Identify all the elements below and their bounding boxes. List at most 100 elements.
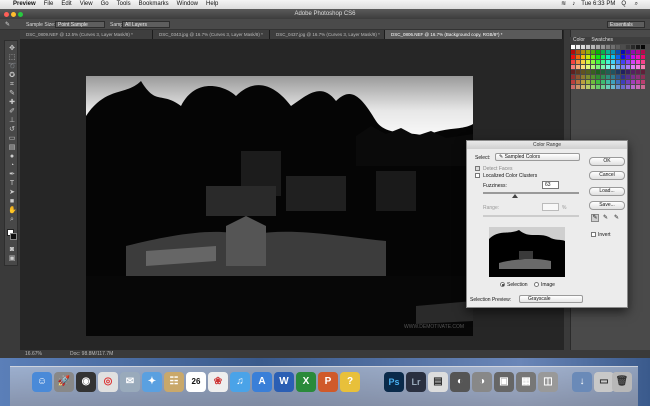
blur-tool-icon[interactable]: ● (8, 153, 16, 160)
preview-app-icon[interactable]: ▤ (428, 372, 448, 392)
localized-clusters-checkbox[interactable] (475, 173, 480, 178)
swatch[interactable] (596, 60, 600, 64)
swatch[interactable] (611, 55, 615, 59)
eraser-tool-icon[interactable]: ▭ (8, 135, 16, 142)
brush-tool-icon[interactable]: ✐ (8, 108, 16, 115)
menu-window[interactable]: Window (177, 0, 198, 9)
swatch[interactable] (571, 70, 575, 74)
radio-selection[interactable] (500, 282, 505, 287)
swatch[interactable] (591, 60, 595, 64)
swatch[interactable] (631, 85, 635, 89)
swatch[interactable] (576, 80, 580, 84)
swatch[interactable] (576, 75, 580, 79)
swatch[interactable] (586, 45, 590, 49)
fuzziness-slider-track[interactable] (483, 192, 579, 194)
volume-icon[interactable]: ♪ (572, 0, 575, 9)
swatch[interactable] (611, 50, 615, 54)
swatch[interactable] (586, 85, 590, 89)
swatch[interactable] (581, 85, 585, 89)
swatch[interactable] (641, 65, 645, 69)
swatch[interactable] (586, 65, 590, 69)
swatch[interactable] (581, 55, 585, 59)
swatch[interactable] (621, 80, 625, 84)
pen-tool-icon[interactable]: ✒ (8, 171, 16, 178)
swatch[interactable] (576, 85, 580, 89)
swatch[interactable] (616, 65, 620, 69)
swatch[interactable] (611, 45, 615, 49)
type-tool-icon[interactable]: T (8, 180, 16, 187)
swatch[interactable] (621, 45, 625, 49)
menu-go[interactable]: Go (101, 0, 109, 9)
app-store-icon[interactable]: A (252, 372, 272, 392)
swatch[interactable] (571, 80, 575, 84)
swatch[interactable] (626, 65, 630, 69)
swatch[interactable] (571, 55, 575, 59)
zoom-window-icon[interactable] (18, 12, 23, 17)
swatch[interactable] (636, 85, 640, 89)
menu-tools[interactable]: Tools (117, 0, 131, 9)
sample-size-select[interactable]: Point Sample (55, 21, 105, 28)
swatch[interactable] (621, 55, 625, 59)
swatch[interactable] (626, 50, 630, 54)
app-icon-5[interactable]: ◫ (538, 372, 558, 392)
swatch[interactable] (581, 75, 585, 79)
radio-image[interactable] (534, 282, 539, 287)
swatch[interactable] (616, 45, 620, 49)
swatch[interactable] (616, 50, 620, 54)
swatch[interactable] (586, 80, 590, 84)
app-icon-2[interactable]: ◑ (472, 372, 492, 392)
swatch[interactable] (611, 60, 615, 64)
quick-select-tool-icon[interactable]: ✪ (8, 72, 16, 79)
swatch[interactable] (611, 70, 615, 74)
menu-file[interactable]: File (44, 0, 54, 9)
move-tool-icon[interactable]: ✥ (8, 45, 16, 52)
tab-swatches[interactable]: Swatches (591, 37, 613, 43)
swatch[interactable] (601, 85, 605, 89)
screen-mode-icon[interactable]: ▣ (8, 255, 16, 262)
swatch[interactable] (576, 45, 580, 49)
tab-dsc-0437[interactable]: DSC_0437.jpg @ 16.7% (Curves 3, Layer Ma… (270, 30, 385, 39)
swatch[interactable] (581, 65, 585, 69)
launchpad-icon[interactable]: 🚀 (54, 372, 74, 392)
swatch[interactable] (621, 75, 625, 79)
fuzziness-slider-thumb[interactable] (512, 194, 518, 198)
eyedropper-subtract-icon[interactable]: ✎ (614, 214, 619, 221)
crop-tool-icon[interactable]: ⌗ (8, 81, 16, 88)
detect-faces-checkbox[interactable] (475, 166, 480, 171)
swatch[interactable] (616, 55, 620, 59)
swatch[interactable] (576, 70, 580, 74)
wifi-icon[interactable]: ≋ (561, 0, 566, 9)
lightroom-icon[interactable]: Lr (406, 372, 426, 392)
eyedropper-sample-icon[interactable]: ✎ (591, 214, 599, 222)
swatch[interactable] (616, 80, 620, 84)
menu-app-name[interactable]: Preview (13, 0, 36, 9)
swatch[interactable] (641, 60, 645, 64)
swatch[interactable] (626, 75, 630, 79)
user-icon[interactable]: Q (621, 0, 626, 9)
swatch[interactable] (586, 50, 590, 54)
dashboard-icon[interactable]: ◉ (76, 372, 96, 392)
workspace-select[interactable]: Essentials (607, 21, 645, 28)
swatch[interactable] (596, 65, 600, 69)
menu-help[interactable]: Help (206, 0, 218, 9)
swatch[interactable] (601, 75, 605, 79)
shape-tool-icon[interactable]: ■ (8, 198, 16, 205)
powerpoint-icon[interactable]: P (318, 372, 338, 392)
menu-view[interactable]: View (80, 0, 93, 9)
swatch[interactable] (616, 70, 620, 74)
eyedropper-icon[interactable]: ✎ (8, 90, 16, 97)
swatch[interactable] (611, 85, 615, 89)
save-button[interactable]: Save... (589, 201, 625, 210)
swatch[interactable] (601, 60, 605, 64)
swatch[interactable] (631, 80, 635, 84)
swatch[interactable] (616, 85, 620, 89)
healing-tool-icon[interactable]: ✚ (8, 99, 16, 106)
itunes-icon[interactable]: ♫ (230, 372, 250, 392)
background-color-swatch[interactable] (10, 233, 17, 240)
dodge-tool-icon[interactable]: ◔ (8, 162, 16, 169)
close-window-icon[interactable] (4, 12, 9, 17)
swatch[interactable] (616, 60, 620, 64)
path-select-tool-icon[interactable]: ➤ (8, 189, 16, 196)
swatch[interactable] (636, 55, 640, 59)
selection-preview-image[interactable] (489, 227, 565, 277)
